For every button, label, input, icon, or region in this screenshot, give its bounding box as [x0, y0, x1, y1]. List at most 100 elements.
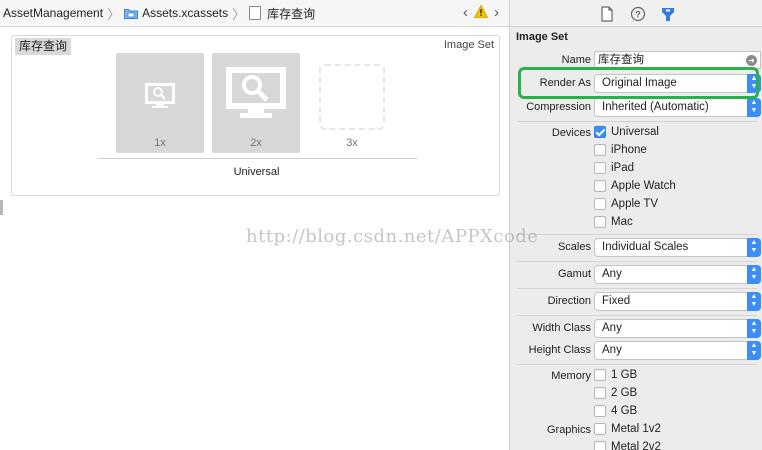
graphics-metal-2v2[interactable]: Metal 2v2 — [510, 439, 762, 450]
divider — [517, 288, 757, 289]
scales-label: Scales — [557, 241, 591, 253]
slot-2x[interactable]: 2x — [212, 53, 300, 153]
height-class-popup[interactable]: Any ▲ ▼ — [594, 341, 761, 360]
render-as-popup[interactable]: Original Image ▲ ▼ — [594, 74, 761, 93]
name-field[interactable]: 库存查询 ➜ — [594, 51, 761, 69]
checkbox[interactable] — [594, 216, 606, 228]
render-as-value: Original Image — [602, 77, 677, 89]
checkbox-label: iPad — [611, 162, 635, 174]
up-down-arrows-icon: ▲ ▼ — [747, 319, 761, 338]
asset-catalog-icon — [124, 8, 139, 19]
inspector-tab-bar: ? — [510, 0, 762, 27]
arrow-right-circle-icon[interactable]: ➜ — [746, 55, 757, 66]
height-class-value: Any — [602, 344, 622, 356]
checkbox[interactable] — [594, 126, 606, 138]
device-apple-tv[interactable]: Apple TV — [510, 196, 762, 214]
render-as-row: Render As Original Image ▲ ▼ — [510, 74, 762, 94]
slot-scale-label: 2x — [250, 137, 262, 149]
scales-row: Scales Individual Scales ▲ ▼ — [510, 238, 762, 258]
divider — [517, 315, 757, 316]
direction-row: Direction Fixed ▲ ▼ — [510, 292, 762, 312]
asset-editor: AssetManagement 〉 Assets.xcassets 〉 库存查询… — [0, 0, 509, 450]
chevron-right-icon[interactable]: › — [494, 5, 499, 21]
divider — [517, 261, 757, 262]
empty-image-well[interactable] — [319, 64, 385, 130]
gamut-label: Gamut — [557, 268, 591, 280]
up-down-arrows-icon: ▲ ▼ — [747, 292, 761, 311]
compression-popup[interactable]: Inherited (Automatic) ▲ ▼ — [594, 98, 761, 117]
attributes-inspector-icon[interactable] — [660, 6, 676, 22]
name-value: 库存查询 — [598, 54, 644, 66]
checkbox[interactable] — [594, 198, 606, 210]
monitor-search-icon — [145, 83, 175, 108]
checkbox-label: Metal 1v2 — [611, 423, 661, 435]
up-down-arrows-icon: ▲ ▼ — [747, 98, 761, 117]
device-mac[interactable]: Mac — [510, 214, 762, 232]
checkbox[interactable] — [594, 144, 606, 156]
device-iphone[interactable]: iPhone — [510, 142, 762, 160]
width-class-value: Any — [602, 322, 622, 334]
scales-popup[interactable]: Individual Scales ▲ ▼ — [594, 238, 761, 257]
warning-icon[interactable] — [473, 4, 489, 21]
divider — [517, 121, 757, 122]
checkbox-label: 2 GB — [611, 387, 638, 399]
direction-value: Fixed — [602, 295, 631, 307]
checkbox[interactable] — [594, 369, 606, 381]
gamut-row: Gamut Any ▲ ▼ — [510, 265, 762, 285]
checkbox-label: Metal 2v2 — [611, 441, 661, 450]
memory-2gb[interactable]: 2 GB — [510, 385, 762, 403]
up-down-arrows-icon: ▲ ▼ — [747, 238, 761, 257]
breadcrumb-catalog[interactable]: Assets.xcassets — [142, 6, 228, 20]
jump-bar: AssetManagement 〉 Assets.xcassets 〉 库存查询… — [0, 0, 509, 27]
image-set-panel: 库存查询 Image Set 1x 2x 3x Universal — [11, 35, 500, 196]
chevron-right-icon: 〉 — [232, 6, 246, 22]
checkbox[interactable] — [594, 441, 606, 450]
slot-3x[interactable]: 3x — [308, 53, 396, 153]
checkbox-label: Mac — [611, 216, 633, 228]
checkbox[interactable] — [594, 405, 606, 417]
jump-bar-controls: ‹ › — [463, 5, 499, 21]
compression-label: Compression — [526, 101, 591, 113]
resize-handle[interactable] — [0, 200, 3, 215]
height-class-row: Height Class Any ▲ ▼ — [510, 341, 762, 361]
image-set-icon — [249, 6, 262, 20]
device-ipad[interactable]: iPad — [510, 160, 762, 178]
chevron-left-icon[interactable]: ‹ — [463, 5, 468, 21]
checkbox-label: 4 GB — [611, 405, 638, 417]
device-universal[interactable]: Universal — [510, 124, 762, 142]
checkbox-label: 1 GB — [611, 369, 638, 381]
section-title: Image Set — [516, 31, 568, 43]
divider — [517, 234, 757, 235]
gamut-popup[interactable]: Any ▲ ▼ — [594, 265, 761, 284]
checkbox[interactable] — [594, 387, 606, 399]
slot-1x[interactable]: 1x — [116, 53, 204, 153]
graphics-metal-1v2[interactable]: Metal 1v2 — [510, 421, 762, 439]
idiom-label: Universal — [233, 166, 280, 178]
checkbox[interactable] — [594, 180, 606, 192]
checkbox-label: Universal — [611, 126, 659, 138]
image-set-kind: Image Set — [443, 39, 494, 51]
checkbox[interactable] — [594, 423, 606, 435]
monitor-search-icon — [226, 67, 286, 118]
scales-value: Individual Scales — [602, 241, 689, 253]
name-label: Name — [561, 54, 591, 66]
file-inspector-icon[interactable] — [600, 6, 616, 22]
direction-popup[interactable]: Fixed ▲ ▼ — [594, 292, 761, 311]
up-down-arrows-icon: ▲ ▼ — [747, 265, 761, 284]
checkbox[interactable] — [594, 162, 606, 174]
breadcrumb-project[interactable]: AssetManagement — [3, 6, 103, 20]
breadcrumb-asset[interactable]: 库存查询 — [267, 5, 315, 22]
device-apple-watch[interactable]: Apple Watch — [510, 178, 762, 196]
attributes-inspector: ? Image Set Name 库存查询 ➜ Render As Origin… — [509, 0, 762, 450]
width-class-popup[interactable]: Any ▲ ▼ — [594, 319, 761, 338]
render-as-label: Render As — [539, 77, 591, 89]
memory-4gb[interactable]: 4 GB — [510, 403, 762, 421]
width-class-row: Width Class Any ▲ ▼ — [510, 319, 762, 339]
memory-1gb[interactable]: 1 GB — [510, 367, 762, 385]
direction-label: Direction — [547, 295, 591, 307]
image-set-name[interactable]: 库存查询 — [15, 38, 72, 55]
help-icon[interactable]: ? — [630, 6, 646, 22]
name-row: Name 库存查询 ➜ — [510, 51, 762, 71]
slot-scale-label: 1x — [154, 137, 166, 149]
compression-value: Inherited (Automatic) — [602, 101, 709, 113]
